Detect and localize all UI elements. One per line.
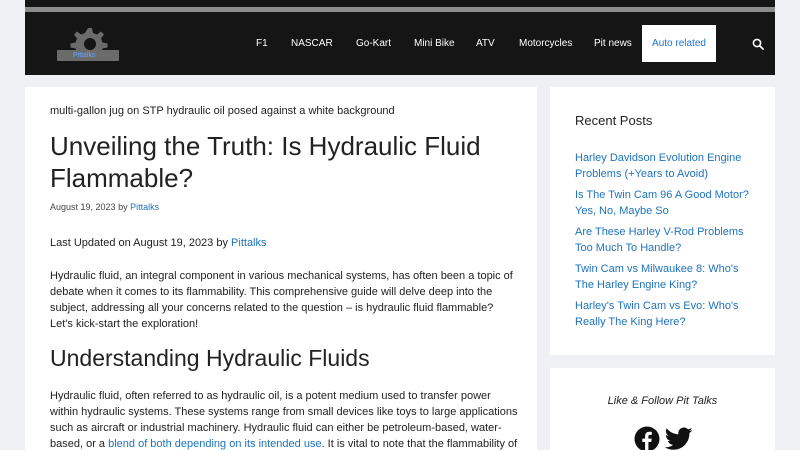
search-icon[interactable]: [752, 37, 764, 50]
nav-item-nascar[interactable]: NASCAR: [291, 25, 333, 62]
recent-posts-title: Recent Posts: [575, 113, 653, 128]
list-item: Harley Davidson Evolution Engine Problem…: [575, 150, 750, 182]
facebook-icon[interactable]: [634, 426, 660, 450]
list-item: Is The Twin Cam 96 A Good Motor? Yes, No…: [575, 187, 750, 219]
social-links: [634, 426, 694, 450]
recent-posts-list: Harley Davidson Evolution Engine Problem…: [575, 150, 750, 335]
recent-post-link[interactable]: Are These Harley V-Rod Problems Too Much…: [575, 226, 744, 254]
list-item: Twin Cam vs Milwaukee 8: Who's The Harle…: [575, 261, 750, 293]
nav-item-mini-bike[interactable]: Mini Bike: [414, 25, 455, 62]
last-updated-text: Last Updated on August 19, 2023 by: [50, 237, 228, 249]
post-meta: August 19, 2023 by Pittalks: [50, 202, 159, 212]
inline-link[interactable]: blend of both depending on its intended …: [108, 438, 321, 450]
section-heading: Understanding Hydraulic Fluids: [50, 345, 370, 371]
nav-item-f1[interactable]: F1: [256, 25, 268, 62]
image-caption: multi-gallon jug on STP hydraulic oil po…: [50, 105, 395, 117]
nav-item-motorcycles[interactable]: Motorcycles: [519, 25, 572, 62]
page-title: Unveiling the Truth: Is Hydraulic Fluid …: [50, 131, 481, 193]
recent-post-link[interactable]: Twin Cam vs Milwaukee 8: Who's The Harle…: [575, 263, 738, 291]
post-by: by: [118, 202, 128, 212]
site-header: Pittalks F1 NASCAR Go-Kart Mini Bike ATV…: [25, 0, 775, 75]
follow-widget: Like & Follow Pit Talks: [550, 368, 775, 450]
recent-post-link[interactable]: Harley's Twin Cam vs Evo: Who's Really T…: [575, 300, 739, 328]
updated-author-link[interactable]: Pittalks: [231, 237, 266, 249]
recent-posts-widget: Recent Posts Harley Davidson Evolution E…: [550, 87, 775, 355]
last-updated: Last Updated on August 19, 2023 by Pitta…: [50, 237, 267, 249]
article-card: multi-gallon jug on STP hydraulic oil po…: [25, 87, 537, 450]
recent-post-link[interactable]: Is The Twin Cam 96 A Good Motor? Yes, No…: [575, 189, 749, 217]
post-date: August 19, 2023: [50, 202, 116, 212]
body-paragraph: Hydraulic fluid, often referred to as hy…: [50, 388, 520, 450]
recent-post-link[interactable]: Harley Davidson Evolution Engine Problem…: [575, 152, 741, 180]
nav-item-atv[interactable]: ATV: [476, 25, 495, 62]
header-stripe: [25, 7, 775, 12]
follow-text: Like & Follow Pit Talks: [607, 395, 718, 407]
twitter-icon[interactable]: [664, 427, 693, 450]
list-item: Harley's Twin Cam vs Evo: Who's Really T…: [575, 298, 750, 330]
intro-paragraph: Hydraulic fluid, an integral component i…: [50, 270, 513, 330]
nav-item-go-kart[interactable]: Go-Kart: [356, 25, 391, 62]
author-link[interactable]: Pittalks: [130, 202, 159, 212]
site-logo[interactable]: Pittalks: [53, 24, 123, 64]
logo-text: Pittalks: [73, 52, 96, 59]
nav-item-auto-related[interactable]: Auto related: [642, 25, 716, 62]
nav-item-pit-news[interactable]: Pit news: [594, 25, 632, 62]
list-item: Are These Harley V-Rod Problems Too Much…: [575, 224, 750, 256]
